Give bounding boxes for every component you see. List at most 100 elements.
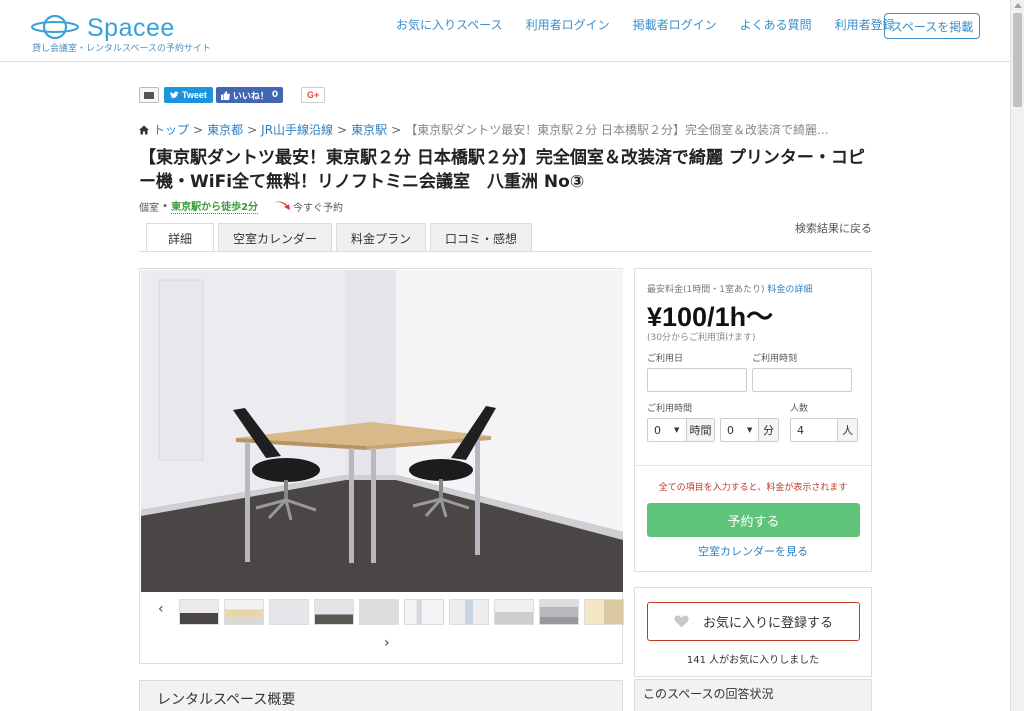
share-buttons: Tweet いいね！ 0 G+	[139, 87, 326, 103]
thumbnail-prev-button[interactable]: ‹	[158, 601, 164, 617]
thumbnail[interactable]	[404, 599, 444, 625]
room-photo-image	[141, 270, 623, 592]
like-label: いいね！	[232, 91, 269, 102]
thumbnail[interactable]	[224, 599, 264, 625]
min-price-caption: 最安料金(1時間・1室あたり)	[647, 285, 765, 295]
favorite-panel: お気に入りに登録する 141 人がお気に入りしました	[634, 587, 872, 677]
dropdown-arrow-icon: ▼	[674, 426, 680, 434]
nav-host-login[interactable]: 掲載者ログイン	[633, 17, 717, 33]
nav-favorites[interactable]: お気に入りスペース	[396, 17, 503, 33]
list-space-button[interactable]: スペースを掲載	[884, 13, 980, 39]
back-to-results-link[interactable]: 検索結果に戻る	[795, 220, 872, 236]
booking-panel: 最安料金(1時間・1室あたり) 料金の詳細 ¥100/1h〜 (30分からご利用…	[634, 268, 872, 572]
hours-select[interactable]: 0 ▼ 時間	[647, 418, 715, 442]
nav-user-login[interactable]: 利用者ログイン	[526, 17, 610, 33]
dropdown-arrow-icon: ▼	[747, 426, 753, 434]
facebook-like-button[interactable]: いいね！ 0	[215, 87, 284, 103]
tweet-button[interactable]: Tweet	[164, 87, 213, 103]
scroll-up-arrow-icon[interactable]	[1014, 3, 1022, 8]
tab-reviews[interactable]: 口コミ・感想	[430, 223, 533, 252]
people-label: 人数	[790, 404, 809, 414]
reserve-button[interactable]: 予約する	[647, 503, 860, 537]
thumbnail[interactable]	[449, 599, 489, 625]
home-icon	[139, 125, 149, 134]
people-unit: 人	[837, 419, 857, 441]
thumbnail[interactable]	[269, 599, 309, 625]
mail-share-button[interactable]	[139, 87, 159, 103]
date-label: ご利用日	[647, 354, 684, 364]
station-walk-link[interactable]: 東京駅から徒歩2分	[171, 198, 259, 214]
price-hint: 全ての項目を入力すると、料金が表示されます	[658, 483, 848, 493]
thumbnail-strip: ‹	[140, 597, 624, 627]
dot-separator: •	[159, 200, 169, 212]
people-field[interactable]: 4 人	[790, 418, 858, 442]
tab-pricing[interactable]: 料金プラン	[336, 223, 427, 252]
page-scrollbar[interactable]	[1010, 0, 1024, 711]
booking-divider	[635, 465, 871, 466]
favorite-count: 141 人がお気に入りしました	[686, 655, 820, 666]
minutes-unit: 分	[758, 419, 778, 441]
tab-calendar[interactable]: 空室カレンダー	[218, 223, 333, 252]
thumbs-up-icon	[220, 90, 230, 100]
photo-gallery: ‹ ›	[139, 268, 624, 664]
hours-value: 0	[654, 423, 661, 437]
twitter-bird-icon	[170, 91, 179, 99]
price-value: ¥100/1h〜	[647, 302, 774, 332]
answer-status-section-title: このスペースの回答状況	[634, 679, 872, 711]
thumbnail[interactable]	[179, 599, 219, 625]
breadcrumb-separator: >	[391, 122, 402, 137]
time-input[interactable]	[752, 368, 852, 392]
space-meta: 個室 • 東京駅から徒歩2分 今すぐ予約	[139, 198, 343, 214]
instant-booking-badge: 今すぐ予約	[272, 199, 343, 214]
hours-unit: 時間	[686, 419, 714, 441]
thumbnail-next-button[interactable]: ›	[384, 635, 390, 651]
space-type: 個室	[139, 202, 159, 214]
min-price-label: 最安料金(1時間・1室あたり) 料金の詳細	[647, 282, 812, 295]
main-room-photo[interactable]	[141, 270, 623, 592]
site-header: Spacee 貸し会議室・レンタルスペースの予約サイト お気に入りスペース 利用…	[0, 0, 1010, 62]
thumbnail[interactable]	[539, 599, 579, 625]
breadcrumb-current: 【東京駅ダントツ最安！東京駅２分 日本橋駅２分】完全個室＆改装済で綺麗...	[405, 123, 829, 137]
thumbnail[interactable]	[359, 599, 399, 625]
price-note: (30分からご利用頂けます)	[647, 333, 756, 343]
breadcrumb-yamanote[interactable]: JR山手線沿線	[261, 121, 333, 138]
tweet-label: Tweet	[182, 90, 207, 100]
instant-booking-label: 今すぐ予約	[293, 202, 344, 214]
minutes-value: 0	[727, 423, 734, 437]
page-title: 【東京駅ダントツ最安！東京駅２分 日本橋駅２分】完全個室＆改装済で綺麗 プリンタ…	[139, 148, 865, 192]
like-count: 0	[271, 90, 279, 100]
add-favorite-button[interactable]: お気に入りに登録する	[647, 602, 860, 641]
date-input[interactable]	[647, 368, 747, 392]
thumbnail[interactable]	[314, 599, 354, 625]
breadcrumb-separator: >	[337, 122, 348, 137]
breadcrumb-separator: >	[247, 122, 258, 137]
page: Spacee 貸し会議室・レンタルスペースの予約サイト お気に入りスペース 利用…	[0, 0, 1024, 711]
breadcrumb-separator: >	[193, 122, 204, 137]
mail-icon	[144, 91, 154, 99]
google-plus-button[interactable]: G+	[301, 87, 326, 103]
swoosh-arrow-icon	[273, 201, 291, 210]
add-favorite-label: お気に入りに登録する	[702, 616, 833, 631]
thumbnail[interactable]	[584, 599, 624, 625]
view-calendar-link[interactable]: 空室カレンダーを見る	[635, 543, 871, 559]
header-nav: お気に入りスペース 利用者ログイン 掲載者ログイン よくある質問 利用者登録	[396, 17, 918, 33]
people-value: 4	[797, 423, 804, 437]
logo-text: Spacee	[87, 14, 175, 42]
minutes-select[interactable]: 0 ▼ 分	[720, 418, 779, 442]
site-logo[interactable]: Spacee 貸し会議室・レンタルスペースの予約サイト	[31, 10, 211, 54]
breadcrumb: トップ > 東京都 > JR山手線沿線 > 東京駅 > 【東京駅ダントツ最安！東…	[139, 121, 828, 138]
duration-label: ご利用時間	[647, 404, 693, 414]
tab-details[interactable]: 詳細	[146, 223, 214, 252]
planet-logo-icon	[31, 14, 79, 40]
price-detail-link[interactable]: 料金の詳細	[767, 285, 812, 295]
tabs-divider	[139, 251, 872, 252]
scrollbar-thumb[interactable]	[1013, 13, 1022, 107]
breadcrumb-tokyo-station[interactable]: 東京駅	[351, 121, 387, 138]
thumbnail[interactable]	[494, 599, 534, 625]
detail-tabs: 詳細 空室カレンダー 料金プラン 口コミ・感想	[146, 223, 536, 252]
breadcrumb-top[interactable]: トップ	[153, 121, 189, 138]
breadcrumb-tokyo[interactable]: 東京都	[207, 121, 243, 138]
time-label: ご利用時刻	[752, 354, 798, 364]
overview-section-title: レンタルスペース概要	[139, 680, 623, 711]
nav-faq[interactable]: よくある質問	[740, 17, 812, 33]
